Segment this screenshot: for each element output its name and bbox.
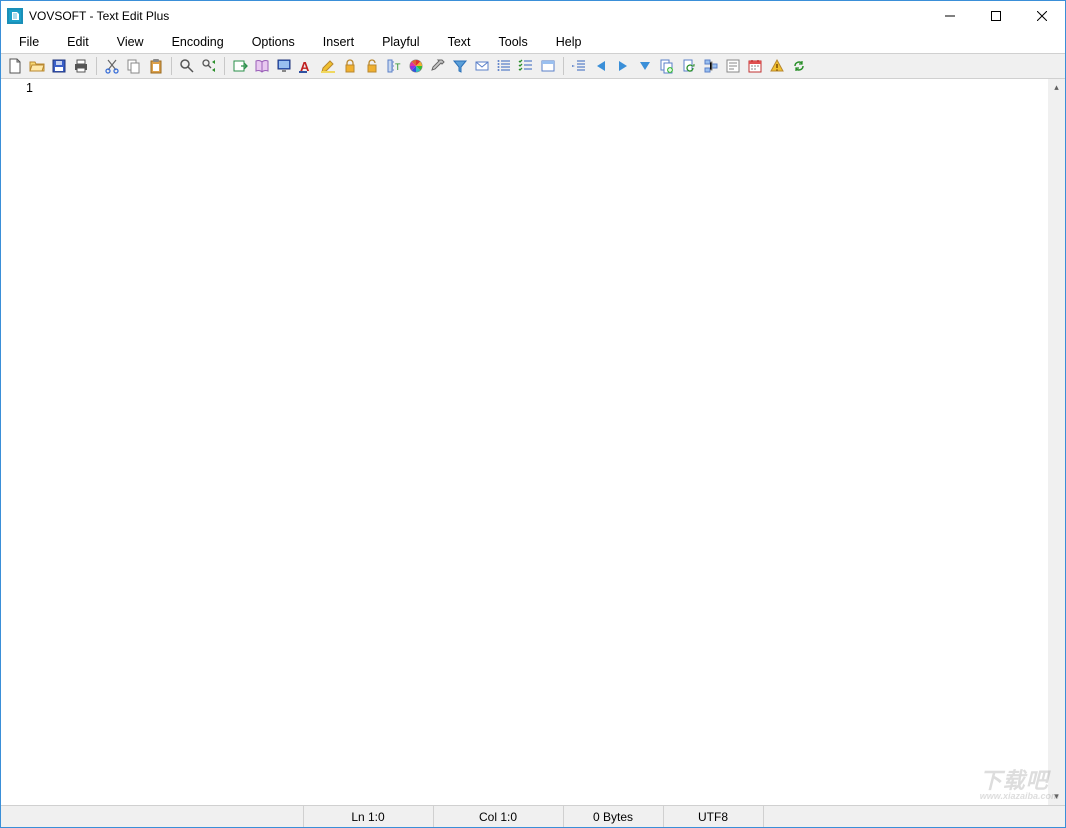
find-icon[interactable]	[177, 56, 197, 76]
app-window: VOVSOFT - Text Edit Plus File Edit View …	[0, 0, 1066, 828]
status-bar: Ln 1:0 Col 1:0 0 Bytes UTF8	[1, 805, 1065, 827]
find-replace-icon[interactable]	[199, 56, 219, 76]
menu-edit[interactable]: Edit	[53, 33, 103, 51]
maximize-button[interactable]	[973, 1, 1019, 31]
lock-icon[interactable]	[340, 56, 360, 76]
refresh-icon[interactable]	[789, 56, 809, 76]
title-bar[interactable]: VOVSOFT - Text Edit Plus	[1, 1, 1065, 31]
checklist-icon[interactable]	[516, 56, 536, 76]
indent-icon[interactable]	[569, 56, 589, 76]
status-encoding: UTF8	[663, 806, 763, 827]
vertical-scrollbar[interactable]: ▴ ▾	[1048, 79, 1065, 805]
right-arrow-icon[interactable]	[613, 56, 633, 76]
document-refresh-icon[interactable]	[679, 56, 699, 76]
svg-text:T: T	[395, 62, 401, 72]
close-button[interactable]	[1019, 1, 1065, 31]
paste-icon[interactable]	[146, 56, 166, 76]
toolbar-separator	[171, 57, 172, 75]
export-icon[interactable]	[230, 56, 250, 76]
scroll-track[interactable]	[1048, 96, 1065, 788]
scroll-down-icon[interactable]: ▾	[1048, 788, 1065, 805]
copy-icon[interactable]	[124, 56, 144, 76]
status-empty2	[763, 806, 1066, 827]
toolbar-separator	[224, 57, 225, 75]
toolbar-separator	[96, 57, 97, 75]
status-empty	[1, 806, 303, 827]
calendar-icon[interactable]	[745, 56, 765, 76]
menu-playful[interactable]: Playful	[368, 33, 434, 51]
warning-icon[interactable]	[767, 56, 787, 76]
mail-icon[interactable]	[472, 56, 492, 76]
menu-help[interactable]: Help	[542, 33, 596, 51]
line-number-gutter: 1	[1, 79, 41, 805]
app-icon	[7, 8, 23, 24]
new-file-icon[interactable]	[5, 56, 25, 76]
toolbar-separator	[563, 57, 564, 75]
eyedropper-icon[interactable]	[428, 56, 448, 76]
status-line: Ln 1:0	[303, 806, 433, 827]
minimize-button[interactable]	[927, 1, 973, 31]
menu-encoding[interactable]: Encoding	[158, 33, 238, 51]
ruler-icon[interactable]: T	[384, 56, 404, 76]
print-icon[interactable]	[71, 56, 91, 76]
unlock-icon[interactable]	[362, 56, 382, 76]
book-icon[interactable]	[252, 56, 272, 76]
scroll-up-icon[interactable]: ▴	[1048, 79, 1065, 96]
editor-area: 1 ▴ ▾ 下载吧 www.xiazaiba.com	[1, 79, 1065, 805]
font-icon[interactable]: A	[296, 56, 316, 76]
left-arrow-icon[interactable]	[591, 56, 611, 76]
down-arrow-icon[interactable]	[635, 56, 655, 76]
menu-options[interactable]: Options	[238, 33, 309, 51]
status-bytes: 0 Bytes	[563, 806, 663, 827]
document-tree-icon[interactable]	[701, 56, 721, 76]
toolbar: A T	[1, 53, 1065, 79]
monitor-icon[interactable]	[274, 56, 294, 76]
window-title: VOVSOFT - Text Edit Plus	[29, 9, 169, 23]
menu-tools[interactable]: Tools	[485, 33, 542, 51]
menu-file[interactable]: File	[5, 33, 53, 51]
menu-view[interactable]: View	[103, 33, 158, 51]
filter-icon[interactable]	[450, 56, 470, 76]
cut-icon[interactable]	[102, 56, 122, 76]
window-icon[interactable]	[538, 56, 558, 76]
line-number: 1	[1, 81, 33, 95]
list-icon[interactable]	[494, 56, 514, 76]
document-copy-icon[interactable]	[657, 56, 677, 76]
color-wheel-icon[interactable]	[406, 56, 426, 76]
open-file-icon[interactable]	[27, 56, 47, 76]
menu-insert[interactable]: Insert	[309, 33, 368, 51]
highlight-icon[interactable]	[318, 56, 338, 76]
menu-bar: File Edit View Encoding Options Insert P…	[1, 31, 1065, 53]
status-col: Col 1:0	[433, 806, 563, 827]
save-icon[interactable]	[49, 56, 69, 76]
text-editor[interactable]	[41, 79, 1048, 805]
menu-text[interactable]: Text	[434, 33, 485, 51]
form-icon[interactable]	[723, 56, 743, 76]
